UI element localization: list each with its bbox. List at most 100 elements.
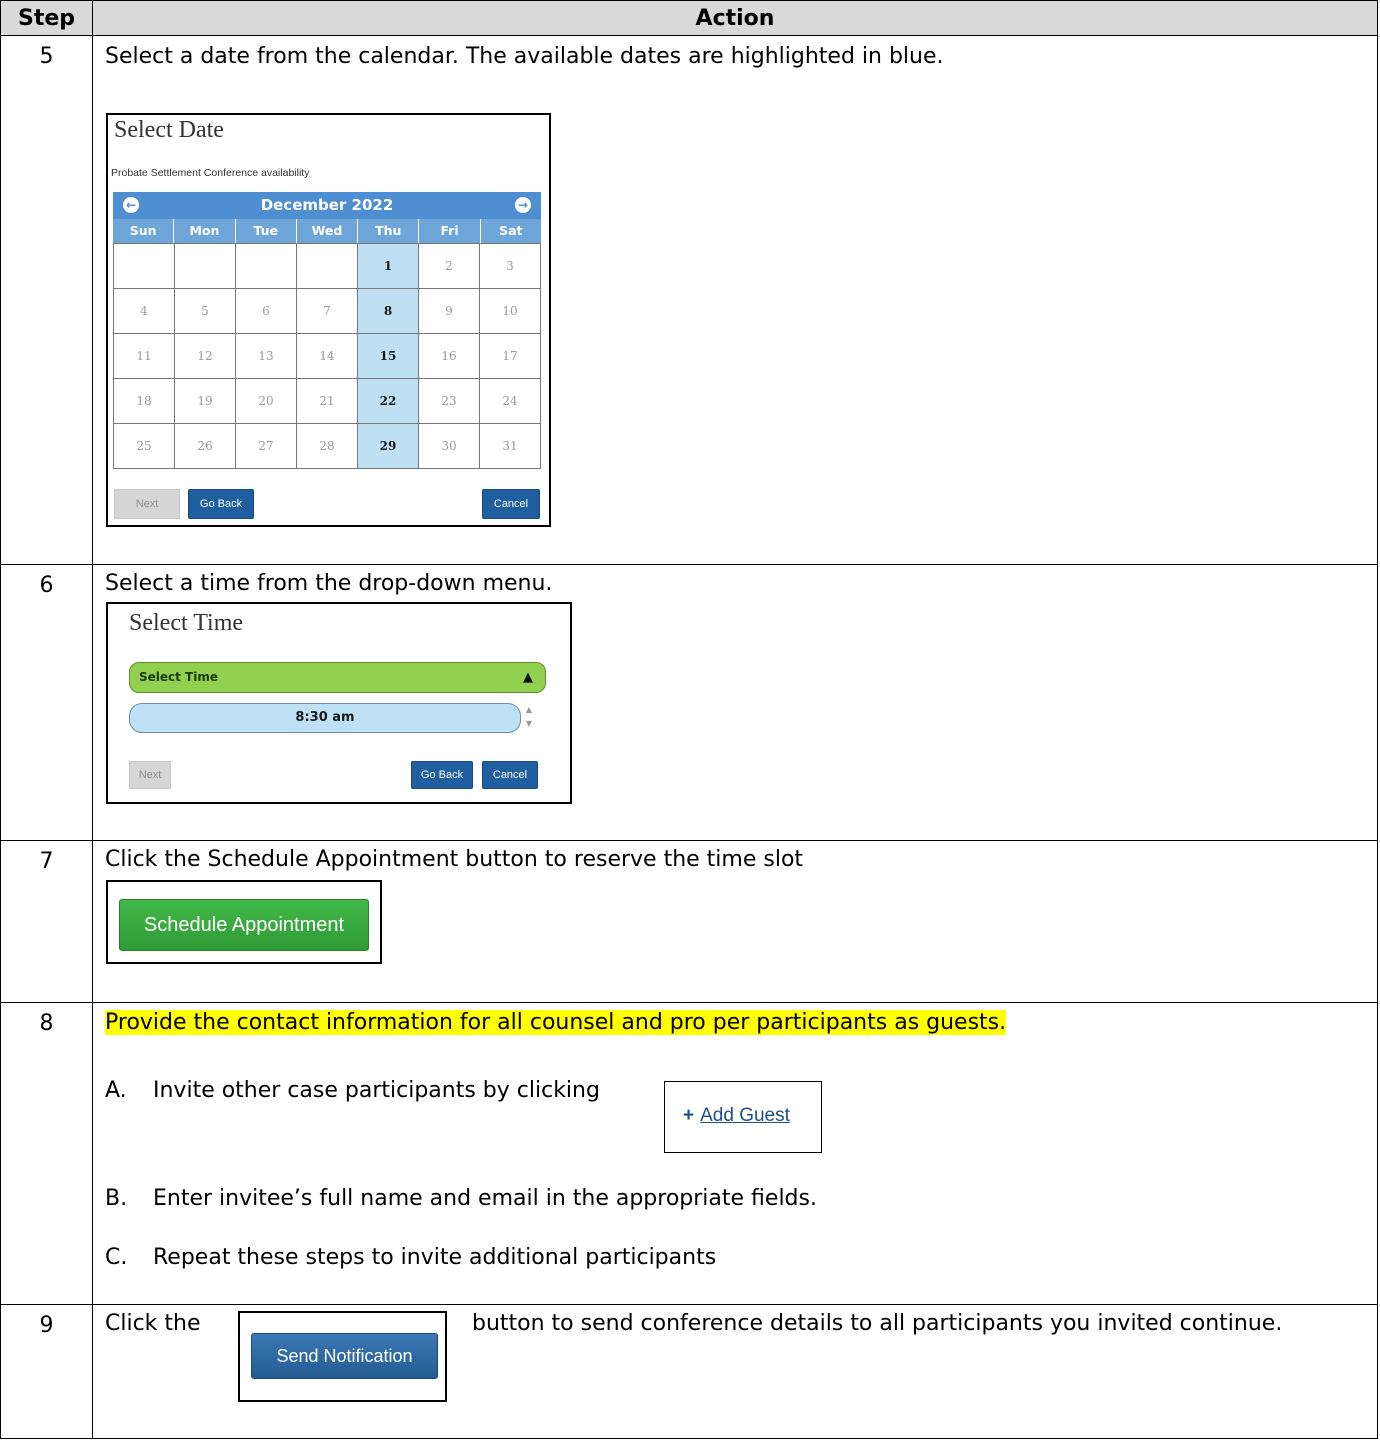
step-6-number: 6	[39, 573, 54, 598]
plus-icon: +	[683, 1105, 695, 1126]
step-7-text: Click the Schedule Appointment button to…	[105, 847, 804, 872]
calendar-day-available[interactable]: 29	[357, 423, 419, 469]
step-8b-marker: B.	[105, 1186, 128, 1211]
calendar-day: 9	[418, 288, 480, 334]
select-date-widget: Select Date Probate Settlement Conferenc…	[106, 113, 551, 527]
calendar-day-available[interactable]: 15	[357, 333, 419, 379]
time-option[interactable]: 8:30 am	[129, 703, 521, 733]
step-8c-marker: C.	[105, 1245, 128, 1270]
calendar-week: 11 12 13 14 15 16 17	[113, 333, 541, 379]
calendar-day: 14	[296, 333, 358, 379]
step-5-action: Select a date from the calendar. The ava…	[92, 35, 1378, 565]
calendar-day: 18	[113, 378, 175, 424]
step-7-number: 7	[39, 849, 54, 874]
calendar-empty-cell	[113, 243, 175, 289]
step-number: 9	[0, 1304, 93, 1439]
next-month-icon[interactable]: →	[515, 197, 531, 213]
calendar-week: 25 26 27 28 29 30 31	[113, 423, 541, 469]
steps-table: Step Action 5 Select a date from the cal…	[0, 0, 1378, 1439]
schedule-appointment-button[interactable]: Schedule Appointment	[119, 899, 369, 951]
calendar-day: 11	[113, 333, 175, 379]
step-8c-text: Repeat these steps to invite additional …	[153, 1245, 717, 1270]
calendar-day: 2	[418, 243, 480, 289]
dropdown-label: Select Time	[139, 670, 219, 684]
caret-up-icon: ▲	[523, 670, 533, 685]
add-guest-link[interactable]: + Add Guest	[683, 1105, 790, 1127]
step-7-action: Click the Schedule Appointment button to…	[92, 840, 1378, 1003]
calendar-day: 6	[235, 288, 297, 334]
calendar-day: 26	[174, 423, 236, 469]
calendar-week: 18 19 20 21 22 23 24	[113, 378, 541, 424]
go-back-button[interactable]: Go Back	[411, 761, 473, 789]
scrollbar[interactable]: ▲ ▼	[522, 703, 536, 737]
step-number: 5	[0, 35, 93, 565]
calendar-day: 31	[479, 423, 541, 469]
step-number: 8	[0, 1002, 93, 1305]
step-number: 6	[0, 564, 93, 841]
calendar-day-available[interactable]: 8	[357, 288, 419, 334]
calendar-month: December 2022	[260, 196, 394, 214]
calendar-day: 20	[235, 378, 297, 424]
calendar-grid: 1 2 3 4 5 6 7 8 9 10 11 12 13 14 15 16 17 18 19 20 21 22 23 24 2…	[113, 243, 541, 469]
weekday-label: Tue	[236, 219, 297, 243]
step-6-action: Select a time from the drop-down menu. S…	[92, 564, 1378, 841]
send-notification-frame: Send Notification	[238, 1311, 447, 1402]
calendar-day: 4	[113, 288, 175, 334]
calendar-day-available[interactable]: 1	[357, 243, 419, 289]
send-notification-button[interactable]: Send Notification	[251, 1333, 438, 1379]
weekday-row: Sun Mon Tue Wed Thu Fri Sat	[113, 219, 541, 243]
next-button[interactable]: Next	[129, 761, 171, 789]
weekday-label: Fri	[419, 219, 481, 243]
calendar-day: 24	[479, 378, 541, 424]
cancel-button[interactable]: Cancel	[482, 761, 538, 789]
calendar-header: ← December 2022 →	[113, 192, 541, 219]
calendar-day: 10	[479, 288, 541, 334]
highlighted-text: Provide the contact information for all …	[105, 1010, 1007, 1035]
calendar-day: 30	[418, 423, 480, 469]
calendar-day: 17	[479, 333, 541, 379]
step-number: 7	[0, 840, 93, 1003]
weekday-label: Thu	[358, 219, 420, 243]
calendar-day: 19	[174, 378, 236, 424]
weekday-label: Sun	[113, 219, 175, 243]
step-5-text: Select a date from the calendar. The ava…	[105, 44, 944, 69]
calendar-day-available[interactable]: 22	[357, 378, 419, 424]
schedule-appointment-frame: Schedule Appointment	[106, 880, 382, 964]
step-5-number: 5	[39, 44, 54, 69]
step-8b-text: Enter invitee’s full name and email in t…	[153, 1186, 817, 1211]
step-8a-text: Invite other case participants by clicki…	[153, 1078, 600, 1103]
step-9-text-after: button to send conference details to all…	[472, 1311, 1283, 1336]
calendar-day: 5	[174, 288, 236, 334]
step-8-number: 8	[39, 1011, 54, 1036]
time-dropdown[interactable]: Select Time ▲	[129, 662, 546, 693]
calendar-day: 28	[296, 423, 358, 469]
step-9-number: 9	[39, 1313, 54, 1338]
cancel-button[interactable]: Cancel	[482, 489, 540, 519]
step-9-action: Click the Send Notification button to se…	[92, 1304, 1378, 1439]
calendar-day: 16	[418, 333, 480, 379]
calendar-week: 123	[113, 243, 541, 289]
next-button[interactable]: Next	[114, 489, 180, 519]
col-header-step: Step	[0, 0, 93, 36]
calendar-day: 27	[235, 423, 297, 469]
weekday-label: Sat	[499, 223, 523, 238]
calendar-day: 7	[296, 288, 358, 334]
calendar-day: 12	[174, 333, 236, 379]
step-9-text-before: Click the	[105, 1311, 201, 1336]
step-8-text: Provide the contact information for all …	[105, 1010, 1007, 1035]
go-back-button[interactable]: Go Back	[188, 489, 254, 519]
calendar-empty-cell	[235, 243, 297, 289]
add-guest-frame: + Add Guest	[664, 1081, 822, 1153]
calendar-day: 13	[235, 333, 297, 379]
add-guest-label: Add Guest	[700, 1105, 790, 1126]
step-8-action: Provide the contact information for all …	[92, 1002, 1378, 1305]
prev-month-icon[interactable]: ←	[123, 197, 139, 213]
step-8a-marker: A.	[105, 1078, 127, 1103]
widget-title: Select Date	[114, 117, 224, 143]
weekday-label: Mon	[174, 219, 236, 243]
calendar-day: 25	[113, 423, 175, 469]
calendar-day: 3	[479, 243, 541, 289]
calendar-empty-cell	[296, 243, 358, 289]
step-6-text: Select a time from the drop-down menu.	[105, 571, 553, 596]
select-time-widget: Select Time Select Time ▲ 8:30 am ▲ ▼ Nex…	[106, 602, 572, 804]
